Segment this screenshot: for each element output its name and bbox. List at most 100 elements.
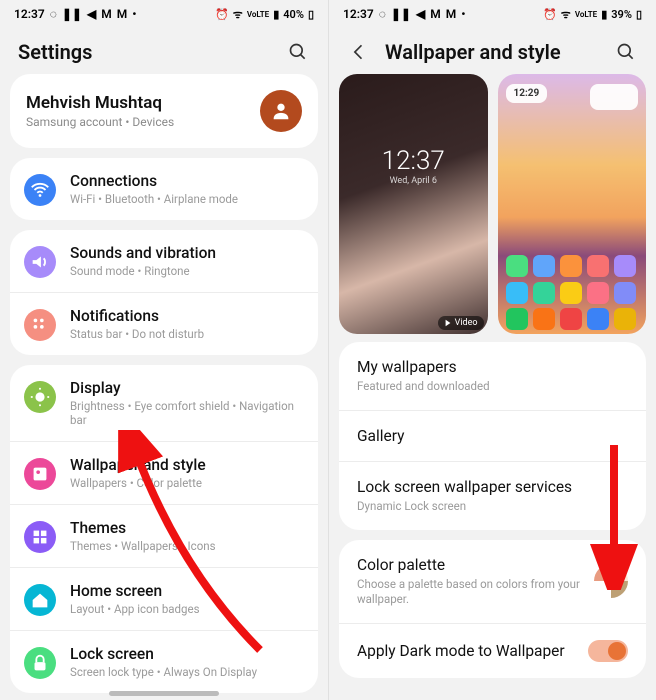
row-title: Wallpaper and style xyxy=(70,456,206,474)
account-sub: Samsung account • Devices xyxy=(26,115,174,129)
status-time: 12:37 xyxy=(14,7,45,21)
wallpaper-sources-card: My wallpapers Featured and downloaded Ga… xyxy=(339,342,646,530)
status-battery-icon: ▯ xyxy=(308,8,314,21)
wallpaper-previews: 12:37 Wed, April 6 Video 12:29 xyxy=(329,74,656,342)
palette-chip-icon xyxy=(594,564,628,598)
status-clock-icon: ◌ xyxy=(379,7,386,21)
row-sub: Layout • App icon badges xyxy=(70,602,200,616)
wifi-icon xyxy=(24,174,56,206)
status-gmail-icon: M xyxy=(101,7,112,21)
video-badge: Video xyxy=(438,316,484,330)
phone-settings: 12:37 ◌ ❚❚ ◀ M M • ⏰ ᯤ VoLTE ▮ 40% ▯ Set… xyxy=(0,0,328,700)
search-icon xyxy=(288,42,308,62)
lock-screen-preview[interactable]: 12:37 Wed, April 6 Video xyxy=(339,74,488,334)
row-dark-mode-wallpaper[interactable]: Apply Dark mode to Wallpaper xyxy=(339,623,646,678)
status-pause-icon: ❚❚ xyxy=(391,7,411,21)
settings-row-display[interactable]: Display Brightness • Eye comfort shield •… xyxy=(10,365,318,441)
account-card[interactable]: Mehvish Mushtaq Samsung account • Device… xyxy=(10,74,318,148)
chevron-left-icon xyxy=(349,42,369,62)
row-title: Themes xyxy=(70,519,216,537)
row-my-wallpapers[interactable]: My wallpapers Featured and downloaded xyxy=(339,342,646,410)
status-clock-icon: ◌ xyxy=(50,7,57,21)
nav-pill[interactable] xyxy=(109,691,219,696)
status-gmail-icon: M xyxy=(446,7,457,21)
status-time: 12:37 xyxy=(343,7,374,21)
wallpaper-header: Wallpaper and style xyxy=(329,28,656,74)
settings-card: Connections Wi-Fi • Bluetooth • Airplane … xyxy=(10,158,318,220)
lock-date: Wed, April 6 xyxy=(339,176,488,186)
status-lte-icon: VoLTE xyxy=(575,10,597,19)
settings-row-sounds-and-vibration[interactable]: Sounds and vibration Sound mode • Rington… xyxy=(10,230,318,292)
account-name: Mehvish Mushtaq xyxy=(26,93,174,113)
row-gallery[interactable]: Gallery xyxy=(339,410,646,461)
person-icon xyxy=(270,100,292,122)
search-button[interactable] xyxy=(614,40,638,64)
settings-row-connections[interactable]: Connections Wi-Fi • Bluetooth • Airplane … xyxy=(10,158,318,220)
widget-time: 12:29 xyxy=(506,84,548,103)
page-title: Wallpaper and style xyxy=(385,40,561,64)
settings-card: Sounds and vibration Sound mode • Rington… xyxy=(10,230,318,355)
status-alarm-icon: ⏰ xyxy=(215,8,229,21)
row-sub: Brightness • Eye comfort shield • Naviga… xyxy=(70,399,304,427)
row-title: Display xyxy=(70,379,304,397)
status-telegram-icon: ◀ xyxy=(416,7,425,21)
status-battery-text: 40% xyxy=(283,8,304,21)
row-sub: Sound mode • Ringtone xyxy=(70,264,216,278)
phone-wallpaper: 12:37 ◌ ❚❚ ◀ M M • ⏰ ᯤ VoLTE ▮ 39% ▯ Wal… xyxy=(328,0,656,700)
status-signal-icon: ▮ xyxy=(601,8,607,21)
sound-icon xyxy=(24,246,56,278)
row-title: Lock screen xyxy=(70,645,257,663)
lock-icon xyxy=(24,647,56,679)
row-sub: Wallpapers • Color palette xyxy=(70,476,206,490)
widget-weather xyxy=(590,84,638,110)
row-title: Sounds and vibration xyxy=(70,244,216,262)
status-gmail-icon: M xyxy=(430,7,441,21)
dark-mode-toggle[interactable] xyxy=(588,640,628,662)
home-icon xyxy=(24,584,56,616)
back-button[interactable] xyxy=(347,40,371,64)
settings-row-themes[interactable]: Themes Themes • Wallpapers • Icons xyxy=(10,504,318,567)
avatar[interactable] xyxy=(260,90,302,132)
settings-row-wallpaper-and-style[interactable]: Wallpaper and style Wallpapers • Color pa… xyxy=(10,441,318,504)
appearance-card: Color palette Choose a palette based on … xyxy=(339,540,646,678)
wallpaper-icon xyxy=(24,458,56,490)
settings-row-lock-screen[interactable]: Lock screen Screen lock type • Always On … xyxy=(10,630,318,693)
settings-row-notifications[interactable]: Notifications Status bar • Do not disturb xyxy=(10,292,318,355)
page-title: Settings xyxy=(18,40,92,64)
row-sub: Themes • Wallpapers • Icons xyxy=(70,539,216,553)
status-lte-icon: VoLTE xyxy=(247,10,269,19)
row-sub: Wi-Fi • Bluetooth • Airplane mode xyxy=(70,192,238,206)
themes-icon xyxy=(24,521,56,553)
status-more-icon: • xyxy=(132,7,136,21)
row-title: Connections xyxy=(70,172,238,190)
status-battery-icon: ▯ xyxy=(636,8,642,21)
status-alarm-icon: ⏰ xyxy=(543,8,557,21)
row-sub: Status bar • Do not disturb xyxy=(70,327,204,341)
row-title: Notifications xyxy=(70,307,204,325)
status-bar: 12:37 ◌ ❚❚ ◀ M M • ⏰ ᯤ VoLTE ▮ 40% ▯ xyxy=(0,0,328,28)
row-lock-wallpaper-services[interactable]: Lock screen wallpaper services Dynamic L… xyxy=(339,461,646,530)
dock xyxy=(498,308,647,330)
row-sub: Screen lock type • Always On Display xyxy=(70,665,257,679)
settings-header: Settings xyxy=(0,28,328,74)
lock-time: 12:37 xyxy=(339,146,488,176)
row-color-palette[interactable]: Color palette Choose a palette based on … xyxy=(339,540,646,623)
app-icon-grid xyxy=(498,255,647,304)
status-bar: 12:37 ◌ ❚❚ ◀ M M • ⏰ ᯤ VoLTE ▮ 39% ▯ xyxy=(329,0,656,28)
play-icon xyxy=(444,319,452,327)
status-nfc-icon: ᯤ xyxy=(561,7,571,22)
row-title: Home screen xyxy=(70,582,200,600)
home-screen-preview[interactable]: 12:29 xyxy=(498,74,647,334)
notif-icon xyxy=(24,309,56,341)
search-button[interactable] xyxy=(286,40,310,64)
status-pause-icon: ❚❚ xyxy=(62,7,82,21)
display-icon xyxy=(24,381,56,413)
status-gmail-icon: M xyxy=(117,7,128,21)
status-battery-text: 39% xyxy=(611,8,632,21)
settings-row-home-screen[interactable]: Home screen Layout • App icon badges xyxy=(10,567,318,630)
search-icon xyxy=(616,42,636,62)
status-signal-icon: ▮ xyxy=(273,8,279,21)
settings-card: Display Brightness • Eye comfort shield •… xyxy=(10,365,318,693)
status-telegram-icon: ◀ xyxy=(87,7,96,21)
status-more-icon: • xyxy=(461,7,465,21)
